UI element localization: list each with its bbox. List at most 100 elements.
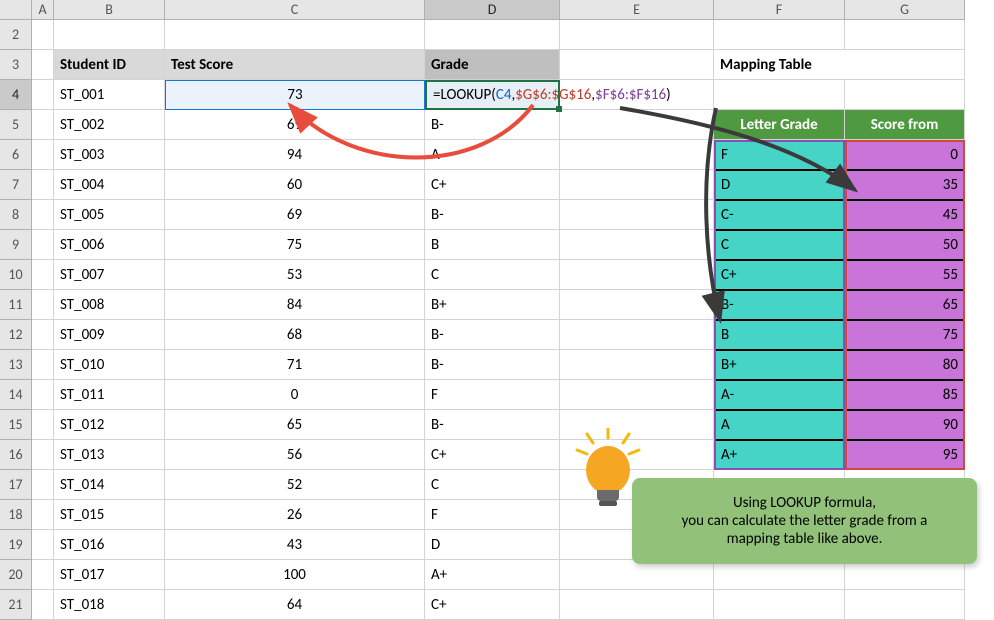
map-score-0[interactable]: 0 (845, 140, 965, 170)
map-score-2[interactable]: 45 (845, 200, 965, 230)
cell-G4[interactable] (845, 80, 965, 110)
cell-A21[interactable] (32, 590, 54, 620)
cell-A9[interactable] (32, 230, 54, 260)
test-score-1[interactable]: 69 (165, 110, 425, 140)
student-id-12[interactable]: ST_013 (54, 440, 165, 470)
student-id-15[interactable]: ST_016 (54, 530, 165, 560)
spreadsheet-grid[interactable]: A B C D E F G 23456789101112131415161718… (0, 0, 994, 612)
grade-14[interactable]: F (425, 500, 560, 530)
test-score-2[interactable]: 94 (165, 140, 425, 170)
student-id-5[interactable]: ST_006 (54, 230, 165, 260)
cell-E8[interactable] (560, 200, 714, 230)
map-letter-5[interactable]: B- (714, 290, 845, 320)
cell-F20[interactable] (714, 560, 845, 590)
cell-G20[interactable] (845, 560, 965, 590)
cell-E11[interactable] (560, 290, 714, 320)
test-score-11[interactable]: 65 (165, 410, 425, 440)
student-id-11[interactable]: ST_012 (54, 410, 165, 440)
map-letter-8[interactable]: A- (714, 380, 845, 410)
map-score-5[interactable]: 65 (845, 290, 965, 320)
cell-A6[interactable] (32, 140, 54, 170)
cell-A14[interactable] (32, 380, 54, 410)
student-id-4[interactable]: ST_005 (54, 200, 165, 230)
cell-A7[interactable] (32, 170, 54, 200)
cell-F4[interactable] (714, 80, 845, 110)
row-header-5[interactable]: 5 (0, 110, 32, 140)
grade-2[interactable]: A (425, 140, 560, 170)
cell-A15[interactable] (32, 410, 54, 440)
select-all-cell[interactable] (0, 0, 32, 20)
grade-7[interactable]: B+ (425, 290, 560, 320)
row-header-14[interactable]: 14 (0, 380, 32, 410)
row-header-13[interactable]: 13 (0, 350, 32, 380)
map-letter-1[interactable]: D (714, 170, 845, 200)
cell-E13[interactable] (560, 350, 714, 380)
row-header-21[interactable]: 21 (0, 590, 32, 620)
col-header-B[interactable]: B (54, 0, 165, 20)
col-header-E[interactable]: E (560, 0, 714, 20)
row-header-11[interactable]: 11 (0, 290, 32, 320)
col-header-G[interactable]: G (845, 0, 965, 20)
map-score-7[interactable]: 80 (845, 350, 965, 380)
test-score-10[interactable]: 0 (165, 380, 425, 410)
cell-A11[interactable] (32, 290, 54, 320)
map-score-8[interactable]: 85 (845, 380, 965, 410)
student-id-0[interactable]: ST_001 (54, 80, 165, 110)
cell-A12[interactable] (32, 320, 54, 350)
test-score-6[interactable]: 53 (165, 260, 425, 290)
student-id-14[interactable]: ST_015 (54, 500, 165, 530)
student-id-6[interactable]: ST_007 (54, 260, 165, 290)
cell-A13[interactable] (32, 350, 54, 380)
student-id-10[interactable]: ST_011 (54, 380, 165, 410)
student-id-1[interactable]: ST_002 (54, 110, 165, 140)
map-letter-9[interactable]: A (714, 410, 845, 440)
grade-12[interactable]: C+ (425, 440, 560, 470)
map-letter-10[interactable]: A+ (714, 440, 845, 470)
cell-E6[interactable] (560, 140, 714, 170)
student-id-2[interactable]: ST_003 (54, 140, 165, 170)
map-score-6[interactable]: 75 (845, 320, 965, 350)
cell-E3[interactable] (560, 50, 714, 80)
cell-A2[interactable] (32, 20, 54, 50)
grade-1[interactable]: B- (425, 110, 560, 140)
cell-D2[interactable] (425, 20, 560, 50)
cell-A19[interactable] (32, 530, 54, 560)
row-header-19[interactable]: 19 (0, 530, 32, 560)
test-score-9[interactable]: 71 (165, 350, 425, 380)
cell-E9[interactable] (560, 230, 714, 260)
col-header-C[interactable]: C (165, 0, 425, 20)
grade-17[interactable]: C+ (425, 590, 560, 620)
map-score-1[interactable]: 35 (845, 170, 965, 200)
test-score-15[interactable]: 43 (165, 530, 425, 560)
col-header-F[interactable]: F (714, 0, 845, 20)
test-score-8[interactable]: 68 (165, 320, 425, 350)
cell-C4[interactable]: 73 (165, 80, 425, 110)
cell-A17[interactable] (32, 470, 54, 500)
student-id-9[interactable]: ST_010 (54, 350, 165, 380)
cell-A16[interactable] (32, 440, 54, 470)
cell-F2[interactable] (714, 20, 845, 50)
cell-E20[interactable] (560, 560, 714, 590)
test-score-4[interactable]: 69 (165, 200, 425, 230)
grade-16[interactable]: A+ (425, 560, 560, 590)
cell-B2[interactable] (54, 20, 165, 50)
row-header-15[interactable]: 15 (0, 410, 32, 440)
row-header-9[interactable]: 9 (0, 230, 32, 260)
row-header-4[interactable]: 4 (0, 80, 32, 110)
map-letter-0[interactable]: F (714, 140, 845, 170)
row-header-16[interactable]: 16 (0, 440, 32, 470)
grade-6[interactable]: C (425, 260, 560, 290)
map-score-3[interactable]: 50 (845, 230, 965, 260)
cell-E14[interactable] (560, 380, 714, 410)
row-header-7[interactable]: 7 (0, 170, 32, 200)
row-header-6[interactable]: 6 (0, 140, 32, 170)
cell-E2[interactable] (560, 20, 714, 50)
cell-C2[interactable] (165, 20, 425, 50)
student-id-17[interactable]: ST_018 (54, 590, 165, 620)
grade-8[interactable]: B- (425, 320, 560, 350)
row-header-8[interactable]: 8 (0, 200, 32, 230)
map-letter-2[interactable]: C- (714, 200, 845, 230)
map-letter-6[interactable]: B (714, 320, 845, 350)
student-id-8[interactable]: ST_009 (54, 320, 165, 350)
row-header-3[interactable]: 3 (0, 50, 32, 80)
